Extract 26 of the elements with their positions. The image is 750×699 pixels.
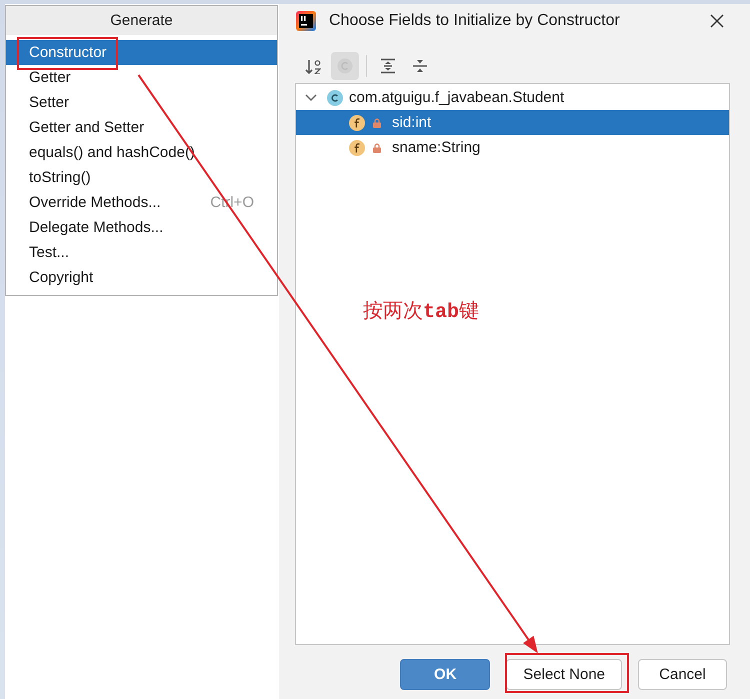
menu-item[interactable]: Getter and Setter: [6, 115, 277, 140]
ok-button[interactable]: OK: [400, 659, 490, 690]
annotation-note: 按两次tab键: [363, 297, 480, 326]
app-logo-icon: [296, 11, 316, 31]
menu-item[interactable]: Setter: [6, 90, 277, 115]
expand-all-icon: [380, 58, 396, 74]
collapse-all-icon: [412, 58, 428, 74]
field-icon: [349, 114, 365, 130]
class-filter-icon: [337, 58, 353, 74]
menu-item[interactable]: Constructor: [6, 40, 277, 65]
tree-row[interactable]: sname:String: [296, 135, 729, 160]
sort-icon: [305, 58, 321, 74]
dialog-button[interactable]: Cancel: [638, 659, 727, 690]
menu-item[interactable]: toString(): [6, 165, 277, 190]
dialog-button[interactable]: Select None: [506, 659, 622, 690]
menu-item[interactable]: Copyright: [6, 265, 277, 290]
tree-row[interactable]: com.atguigu.f_javabean.Student: [296, 85, 729, 110]
menu-item[interactable]: Getter: [6, 65, 277, 90]
class-icon: [327, 90, 343, 106]
menu-item[interactable]: Delegate Methods...: [6, 215, 277, 240]
tree-row[interactable]: sid:int: [296, 110, 729, 135]
field-icon: [349, 140, 365, 156]
close-icon: [710, 14, 724, 28]
popup-title: Generate: [6, 6, 277, 35]
dialog-title: Choose Fields to Initialize by Constructor: [329, 12, 620, 30]
menu-item[interactable]: Test...: [6, 240, 277, 265]
